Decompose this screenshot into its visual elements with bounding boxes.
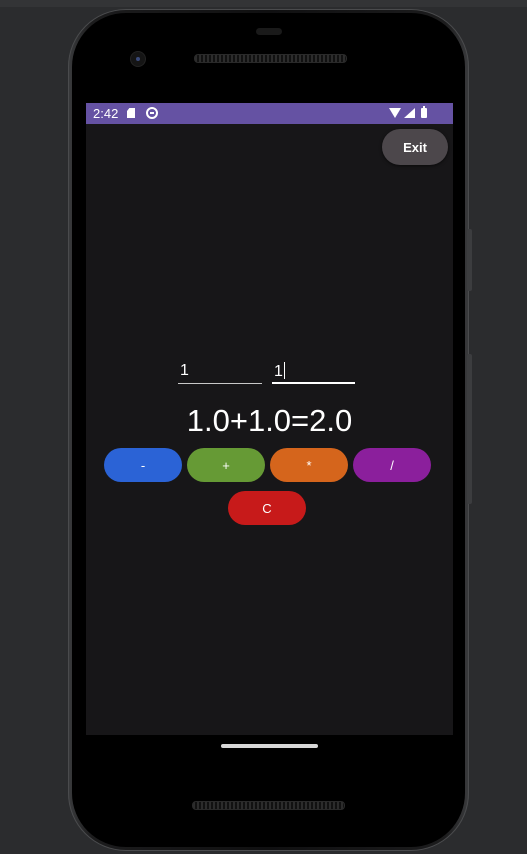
clear-button[interactable]: C bbox=[228, 491, 306, 525]
sd-card-icon bbox=[127, 108, 135, 118]
status-time: 2:42 bbox=[93, 106, 119, 121]
first-input-underline bbox=[178, 383, 262, 384]
bottom-speaker-grille bbox=[192, 801, 345, 810]
result-text: 1.0+1.0=2.0 bbox=[186, 403, 353, 438]
first-number-input[interactable]: 1 bbox=[178, 360, 262, 384]
volume-button[interactable] bbox=[467, 354, 472, 504]
exit-button[interactable]: Exit bbox=[382, 129, 448, 165]
minus-button[interactable]: - bbox=[104, 448, 182, 482]
text-caret bbox=[283, 362, 285, 379]
front-camera-icon bbox=[131, 52, 145, 66]
first-number-value: 1 bbox=[180, 362, 189, 379]
multiply-button[interactable]: * bbox=[270, 448, 348, 482]
second-input-underline bbox=[272, 382, 355, 384]
second-number-input[interactable]: 1 bbox=[272, 360, 355, 384]
emulator-toolbar-edge bbox=[0, 0, 527, 7]
second-number-value: 1 bbox=[274, 363, 283, 380]
app-screen: 2:42 Exit 1 1 1.0+1.0=2.0 - + * / C bbox=[86, 103, 453, 735]
power-button[interactable] bbox=[467, 229, 472, 291]
home-gesture-bar[interactable] bbox=[221, 744, 318, 748]
top-speaker-grille bbox=[194, 54, 347, 63]
battery-icon bbox=[421, 106, 427, 118]
circle-icon bbox=[146, 107, 158, 119]
plus-button[interactable]: + bbox=[187, 448, 265, 482]
divide-button[interactable]: / bbox=[353, 448, 431, 482]
wifi-icon bbox=[389, 108, 401, 118]
earpiece-notch bbox=[256, 28, 282, 35]
signal-icon bbox=[404, 108, 415, 118]
status-bar: 2:42 bbox=[86, 103, 453, 124]
